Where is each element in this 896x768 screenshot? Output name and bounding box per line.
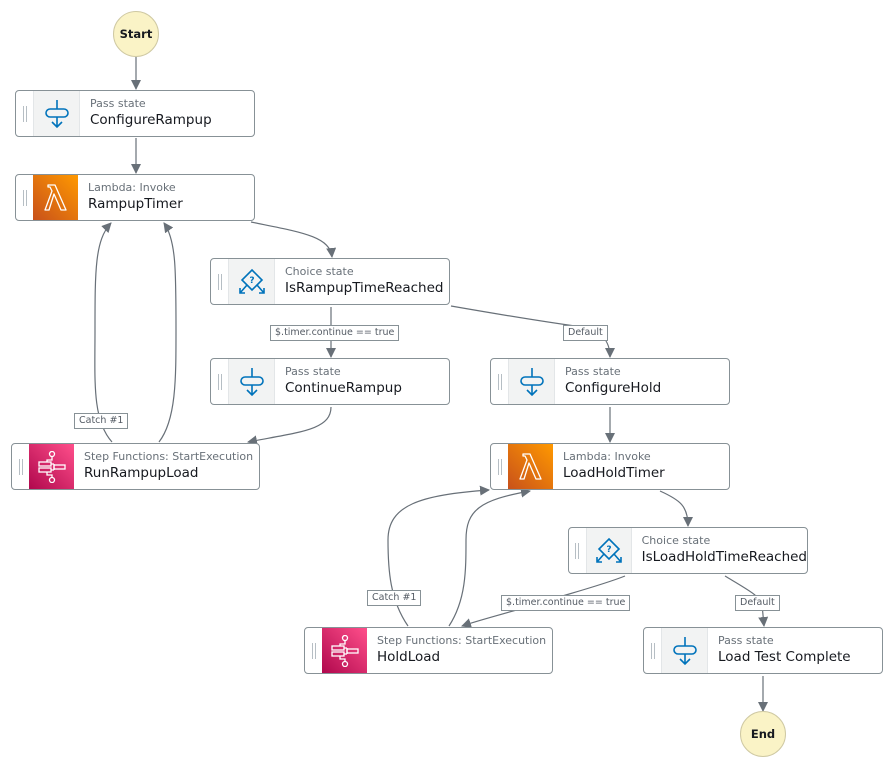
- state-type: Pass state: [565, 365, 621, 378]
- state-type: Choice state: [285, 265, 354, 278]
- state-is-rampup-time-reached[interactable]: ? Choice state IsRampupTimeReached: [210, 258, 450, 305]
- choice-state-icon: ?: [585, 528, 632, 573]
- edge-label-rampup-continue: $.timer.continue == true: [270, 325, 400, 341]
- end-node[interactable]: End: [740, 711, 786, 757]
- state-rampup-timer[interactable]: Lambda: Invoke RampupTimer: [15, 174, 255, 221]
- state-hold-load[interactable]: Step Functions: StartExecution HoldLoad: [304, 627, 553, 674]
- edge-label-rampup-default: Default: [563, 325, 608, 341]
- edge-continuerampup-runrampupload: [247, 406, 332, 446]
- pass-state-icon: [508, 359, 555, 404]
- state-load-test-complete[interactable]: Pass state Load Test Complete: [643, 627, 883, 674]
- step-functions-icon: [29, 444, 74, 489]
- pass-state-icon: [228, 359, 275, 404]
- state-load-hold-timer[interactable]: Lambda: Invoke LoadHoldTimer: [490, 443, 730, 490]
- state-name: ConfigureHold: [565, 380, 662, 396]
- state-name: Load Test Complete: [718, 649, 851, 665]
- choice-state-icon: ?: [228, 259, 275, 304]
- state-name: ConfigureRampup: [90, 112, 212, 128]
- state-is-load-hold-time-reached[interactable]: ? Choice state IsLoadHoldTimeReached: [568, 527, 808, 574]
- state-type: Lambda: Invoke: [88, 181, 176, 194]
- state-type: Lambda: Invoke: [563, 450, 651, 463]
- state-type: Pass state: [90, 97, 146, 110]
- state-name: RampupTimer: [88, 196, 183, 212]
- state-configure-hold[interactable]: Pass state ConfigureHold: [490, 358, 730, 405]
- start-label: Start: [119, 27, 153, 41]
- state-name: HoldLoad: [377, 649, 441, 665]
- edge-label-hold-default: Default: [735, 595, 780, 611]
- state-type: Pass state: [718, 634, 774, 647]
- state-name: RunRampupLoad: [84, 465, 199, 481]
- state-run-rampup-load[interactable]: Step Functions: StartExecution RunRampup…: [11, 443, 260, 490]
- state-name: IsLoadHoldTimeReached: [641, 549, 807, 565]
- edge-label-hold-continue: $.timer.continue == true: [501, 595, 631, 611]
- pass-state-icon: [33, 91, 80, 136]
- state-type: Step Functions: StartExecution: [84, 450, 254, 463]
- state-type: Pass state: [285, 365, 341, 378]
- drag-handle[interactable]: [305, 628, 322, 673]
- edge-label-rampup-catch: Catch #1: [74, 413, 129, 429]
- svg-text:?: ?: [249, 276, 254, 286]
- drag-handle[interactable]: [16, 175, 33, 220]
- state-name: ContinueRampup: [285, 380, 402, 396]
- state-name: IsRampupTimeReached: [285, 280, 444, 296]
- drag-handle[interactable]: [491, 444, 508, 489]
- state-name: LoadHoldTimer: [563, 465, 665, 481]
- end-label: End: [750, 727, 776, 741]
- drag-handle[interactable]: [211, 259, 228, 304]
- state-type: Choice state: [641, 534, 711, 547]
- step-functions-icon: [322, 628, 367, 673]
- edge-rampuptimer-isrampup: [250, 221, 337, 258]
- drag-handle[interactable]: [491, 359, 508, 404]
- edge-label-hold-catch: Catch #1: [367, 590, 422, 606]
- state-type: Step Functions: StartExecution: [377, 634, 547, 647]
- drag-handle[interactable]: [16, 91, 33, 136]
- svg-text:?: ?: [606, 545, 611, 555]
- start-node[interactable]: Start: [113, 11, 159, 57]
- drag-handle[interactable]: [12, 444, 29, 489]
- lambda-icon: [508, 444, 553, 489]
- edge-runrampupload-rampuptimer-next: [158, 222, 177, 443]
- drag-handle[interactable]: [569, 528, 586, 573]
- drag-handle[interactable]: [211, 359, 228, 404]
- lambda-icon: [33, 175, 78, 220]
- drag-handle[interactable]: [644, 628, 661, 673]
- pass-state-icon: [661, 628, 708, 673]
- edge-loadholdtimer-isloadhold: [659, 490, 693, 527]
- state-continue-rampup[interactable]: Pass state ContinueRampup: [210, 358, 450, 405]
- edge-runrampupload-rampuptimer-catch: [94, 222, 113, 443]
- state-configure-rampup[interactable]: Pass state ConfigureRampup: [15, 90, 255, 137]
